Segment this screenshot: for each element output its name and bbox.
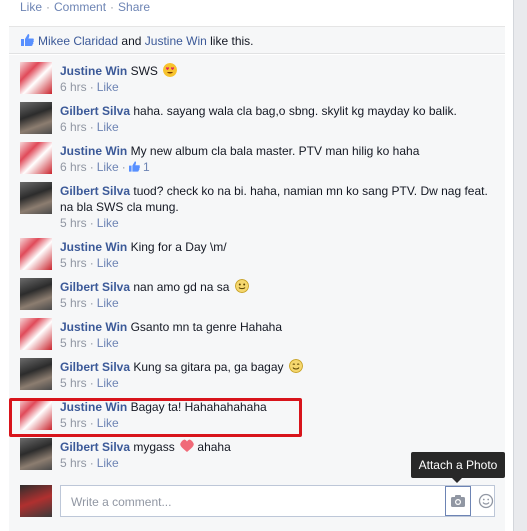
comment-time[interactable]: 6 hrs (60, 120, 87, 134)
likes-suffix: like this. (210, 34, 254, 48)
liker-name[interactable]: Justine Win (145, 34, 207, 48)
comment-text: mygass (133, 440, 175, 454)
emoji-button[interactable] (475, 486, 497, 516)
comment-like-link[interactable]: Like (97, 120, 119, 134)
comment-like-link[interactable]: Like (97, 256, 119, 270)
comment-text: King for a Day \m/ (130, 240, 227, 254)
comment-author[interactable]: Justine Win (60, 240, 127, 254)
share-link[interactable]: Share (118, 0, 150, 14)
comment-like-link[interactable]: Like (97, 336, 119, 350)
comment-author[interactable]: Gilbert Silva (60, 104, 130, 118)
smile-emoji-icon (288, 359, 303, 373)
heart-emoji-icon (180, 439, 195, 452)
comment-author[interactable]: Gilbert Silva (60, 184, 130, 198)
grin-emoji-icon (234, 279, 249, 293)
comment-like-link[interactable]: Like (97, 376, 119, 390)
comment-text: ahaha (197, 440, 231, 454)
heart-eyes-emoji-icon (163, 63, 178, 77)
comment-meta: 6 hrs · Like (60, 120, 119, 134)
comment-meta: 5 hrs · Like (60, 296, 119, 310)
comment-like-count[interactable]: 1 (143, 160, 150, 174)
avatar[interactable] (20, 238, 52, 270)
comment-text: nan amo gd na sa (133, 280, 230, 294)
comment-time[interactable]: 5 hrs (60, 216, 87, 230)
comment-text: haha. sayang wala cla bag,o sbng. skylit… (133, 104, 457, 118)
likes-and: and (121, 34, 142, 48)
comment-author[interactable]: Gilbert Silva (60, 360, 130, 374)
comment-meta: 5 hrs · Like (60, 336, 119, 350)
comment-meta: 6 hrs · Like · 1 (60, 160, 150, 174)
liker-name[interactable]: Mikee Claridad (38, 34, 118, 48)
comment-time[interactable]: 5 hrs (60, 336, 87, 350)
thumbs-up-icon (128, 161, 140, 172)
comment-meta: 6 hrs · Like (60, 80, 119, 94)
comment-like-link[interactable]: Like (97, 456, 119, 470)
separator: · (46, 0, 51, 14)
comment-author[interactable]: Justine Win (60, 144, 127, 158)
comment-like-link[interactable]: Like (97, 160, 119, 174)
comment-like-link[interactable]: Like (97, 216, 119, 230)
comment-text: SWS (130, 64, 158, 78)
comment-meta: 5 hrs · Like (60, 376, 119, 390)
likes-summary: Mikee Claridad and Justine Win like this… (9, 26, 505, 54)
thumbs-up-icon (21, 34, 34, 46)
comment-meta: 5 hrs · Like (60, 256, 119, 270)
attach-photo-button[interactable] (445, 486, 471, 516)
avatar[interactable] (20, 318, 52, 350)
comment-link[interactable]: Comment (54, 0, 106, 14)
comment-time[interactable]: 6 hrs (60, 80, 87, 94)
comment-author[interactable]: Justine Win (60, 320, 127, 334)
comment-text: Gsanto mn ta genre Hahaha (130, 320, 283, 334)
camera-icon (451, 495, 465, 507)
avatar[interactable] (20, 102, 52, 134)
highlight-box (9, 398, 302, 437)
avatar[interactable] (20, 438, 52, 470)
avatar[interactable] (20, 182, 52, 214)
avatar[interactable] (20, 485, 52, 517)
comment-composer (9, 480, 505, 531)
avatar[interactable] (20, 142, 52, 174)
comment-time[interactable]: 5 hrs (60, 296, 87, 310)
comment-author[interactable]: Gilbert Silva (60, 280, 130, 294)
comment-text: My new album cla bala master. PTV man hi… (130, 144, 420, 158)
avatar[interactable] (20, 358, 52, 390)
avatar[interactable] (20, 278, 52, 310)
comment-meta: 5 hrs · Like (60, 216, 119, 230)
comment-text: Kung sa gitara pa, ga bagay (133, 360, 284, 374)
comment-time[interactable]: 6 hrs (60, 160, 87, 174)
comment-like-link[interactable]: Like (97, 296, 119, 310)
comment-like-link[interactable]: Like (97, 80, 119, 94)
separator: · (110, 0, 115, 14)
comment-time[interactable]: 5 hrs (60, 376, 87, 390)
comment-time[interactable]: 5 hrs (60, 256, 87, 270)
attach-photo-tooltip: Attach a Photo (411, 452, 505, 483)
like-link[interactable]: Like (20, 0, 42, 14)
post-actions: Like · Comment · Share (20, 0, 150, 14)
avatar[interactable] (20, 62, 52, 94)
comment-input[interactable] (69, 494, 433, 510)
smiley-icon (478, 493, 494, 509)
comment-input-box[interactable] (60, 485, 495, 517)
comment-time[interactable]: 5 hrs (60, 456, 87, 470)
comment-author[interactable]: Justine Win (60, 64, 127, 78)
comment-author[interactable]: Gilbert Silva (60, 440, 130, 454)
